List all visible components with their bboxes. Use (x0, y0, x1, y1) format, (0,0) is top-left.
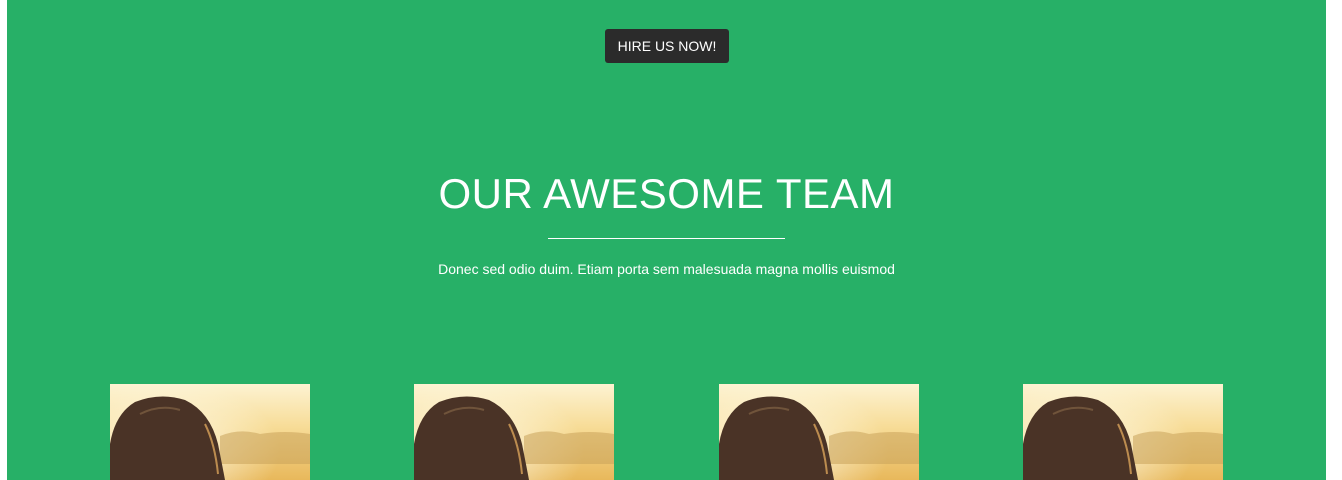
photo-image (110, 384, 310, 480)
team-section: HIRE US NOW! OUR AWESOME TEAM Donec sed … (7, 0, 1326, 480)
photo-image (719, 384, 919, 480)
title-divider (548, 238, 785, 239)
photo-image (1023, 384, 1223, 480)
team-member-photo[interactable] (110, 384, 310, 480)
team-member-photo[interactable] (719, 384, 919, 480)
team-title: OUR AWESOME TEAM (438, 170, 895, 217)
team-subtitle: Donec sed odio duim. Etiam porta sem mal… (438, 261, 895, 277)
hire-us-button[interactable]: HIRE US NOW! (605, 29, 729, 63)
photo-image (414, 384, 614, 480)
team-member-photo[interactable] (414, 384, 614, 480)
team-member-photo[interactable] (1023, 384, 1223, 480)
